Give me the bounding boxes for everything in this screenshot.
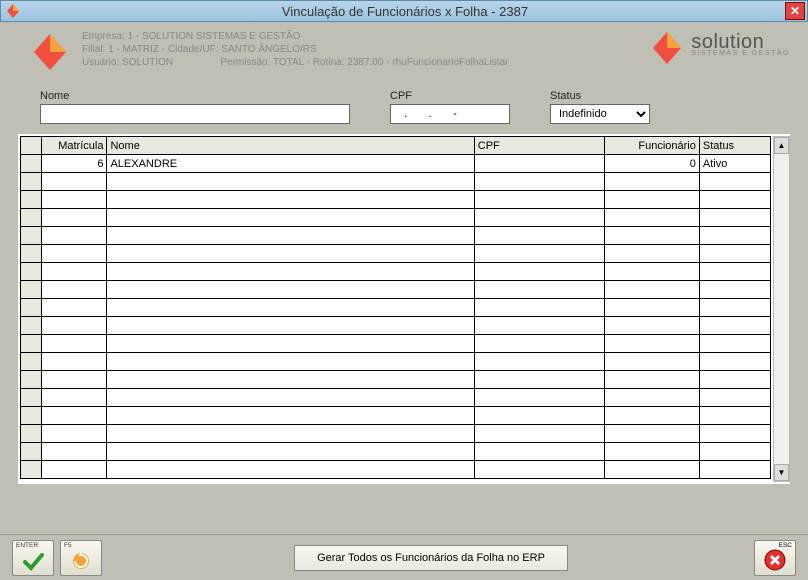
brand-name: solution	[691, 36, 790, 48]
row-selector[interactable]	[21, 335, 42, 353]
scroll-up-button[interactable]: ▲	[774, 137, 789, 154]
table-row[interactable]	[21, 263, 771, 281]
scroll-down-button[interactable]: ▼	[774, 464, 789, 481]
row-selector[interactable]	[21, 263, 42, 281]
grid-corner	[21, 137, 42, 155]
titlebar: Vinculação de Funcionários x Folha - 238…	[0, 0, 808, 22]
row-selector[interactable]	[21, 281, 42, 299]
brand-logo: solution SISTEMAS E GESTÃO	[649, 30, 790, 66]
table-row[interactable]	[21, 425, 771, 443]
table-row[interactable]	[21, 335, 771, 353]
vertical-scrollbar[interactable]: ▲ ▼	[773, 136, 790, 482]
row-selector[interactable]	[21, 227, 42, 245]
f5-key-label: F5	[64, 542, 72, 549]
row-selector[interactable]	[21, 425, 42, 443]
header-permissao: Permissão: TOTAL - Rotina: 2387.00 - rhu…	[220, 57, 508, 68]
table-row[interactable]	[21, 245, 771, 263]
row-selector[interactable]	[21, 443, 42, 461]
grid-header-row: Matrícula Nome CPF Funcionário Status	[21, 137, 771, 155]
table-row[interactable]	[21, 299, 771, 317]
row-selector[interactable]	[21, 191, 42, 209]
filter-row: Nome CPF Status Indefinido	[0, 76, 808, 130]
col-funcionario[interactable]: Funcionário	[605, 137, 700, 155]
table-row[interactable]	[21, 209, 771, 227]
col-nome[interactable]: Nome	[107, 137, 474, 155]
check-icon	[22, 550, 44, 572]
close-button[interactable]: ✕	[785, 2, 805, 20]
row-selector[interactable]	[21, 389, 42, 407]
row-selector[interactable]	[21, 353, 42, 371]
brand-logo-icon	[649, 30, 685, 66]
grid-panel: Matrícula Nome CPF Funcionário Status 6A…	[18, 134, 790, 484]
company-logo-icon	[30, 32, 70, 72]
table-row[interactable]	[21, 371, 771, 389]
enter-button[interactable]: ENTER	[12, 540, 54, 576]
table-row[interactable]	[21, 191, 771, 209]
table-row[interactable]	[21, 407, 771, 425]
row-selector[interactable]	[21, 299, 42, 317]
esc-key-label: ESC	[779, 542, 792, 549]
footer-bar: ENTER F5 Gerar Todos os Funcionários da …	[0, 534, 808, 580]
cell-cpf[interactable]	[474, 155, 604, 173]
data-grid[interactable]: Matrícula Nome CPF Funcionário Status 6A…	[20, 136, 771, 479]
window-title: Vinculação de Funcionários x Folha - 238…	[25, 4, 785, 19]
cpf-input[interactable]	[390, 104, 510, 124]
cell-status[interactable]: Ativo	[699, 155, 770, 173]
esc-button[interactable]: ESC	[754, 540, 796, 576]
header-info: Empresa: 1 - SOLUTION SISTEMAS E GESTÃO …	[82, 30, 649, 69]
table-row[interactable]	[21, 443, 771, 461]
table-row[interactable]	[21, 317, 771, 335]
brand-tagline: SISTEMAS E GESTÃO	[691, 48, 790, 60]
row-selector[interactable]	[21, 461, 42, 479]
row-selector[interactable]	[21, 209, 42, 227]
col-cpf[interactable]: CPF	[474, 137, 604, 155]
row-selector[interactable]	[21, 317, 42, 335]
table-row[interactable]	[21, 389, 771, 407]
header-empresa: Empresa: 1 - SOLUTION SISTEMAS E GESTÃO	[82, 30, 649, 43]
header-usuario: Usuário: SOLUTION	[82, 57, 173, 68]
status-label: Status	[550, 90, 650, 102]
row-selector[interactable]	[21, 173, 42, 191]
nome-label: Nome	[40, 90, 350, 102]
col-matricula[interactable]: Matrícula	[42, 137, 107, 155]
row-selector[interactable]	[21, 371, 42, 389]
nome-input[interactable]	[40, 104, 350, 124]
close-icon	[763, 548, 787, 572]
cell-matricula[interactable]: 6	[42, 155, 107, 173]
cpf-label: CPF	[390, 90, 510, 102]
table-row[interactable]: 6ALEXANDRE 0Ativo	[21, 155, 771, 173]
row-selector[interactable]	[21, 407, 42, 425]
f5-button[interactable]: F5	[60, 540, 102, 576]
enter-key-label: ENTER	[16, 542, 38, 549]
cell-funcionario[interactable]: 0	[605, 155, 700, 173]
table-row[interactable]	[21, 461, 771, 479]
table-row[interactable]	[21, 281, 771, 299]
generate-all-button[interactable]: Gerar Todos os Funcionários da Folha no …	[294, 545, 568, 571]
row-selector[interactable]	[21, 245, 42, 263]
table-row[interactable]	[21, 353, 771, 371]
col-status[interactable]: Status	[699, 137, 770, 155]
cell-nome[interactable]: ALEXANDRE	[107, 155, 474, 173]
header: Empresa: 1 - SOLUTION SISTEMAS E GESTÃO …	[0, 22, 808, 76]
table-row[interactable]	[21, 227, 771, 245]
table-row[interactable]	[21, 173, 771, 191]
header-filial: Filial: 1 - MATRIZ - Cidade/UF: SANTO ÂN…	[82, 43, 649, 56]
app-icon	[5, 3, 21, 19]
row-selector[interactable]	[21, 155, 42, 173]
refresh-icon	[70, 550, 92, 572]
status-select[interactable]: Indefinido	[550, 104, 650, 124]
